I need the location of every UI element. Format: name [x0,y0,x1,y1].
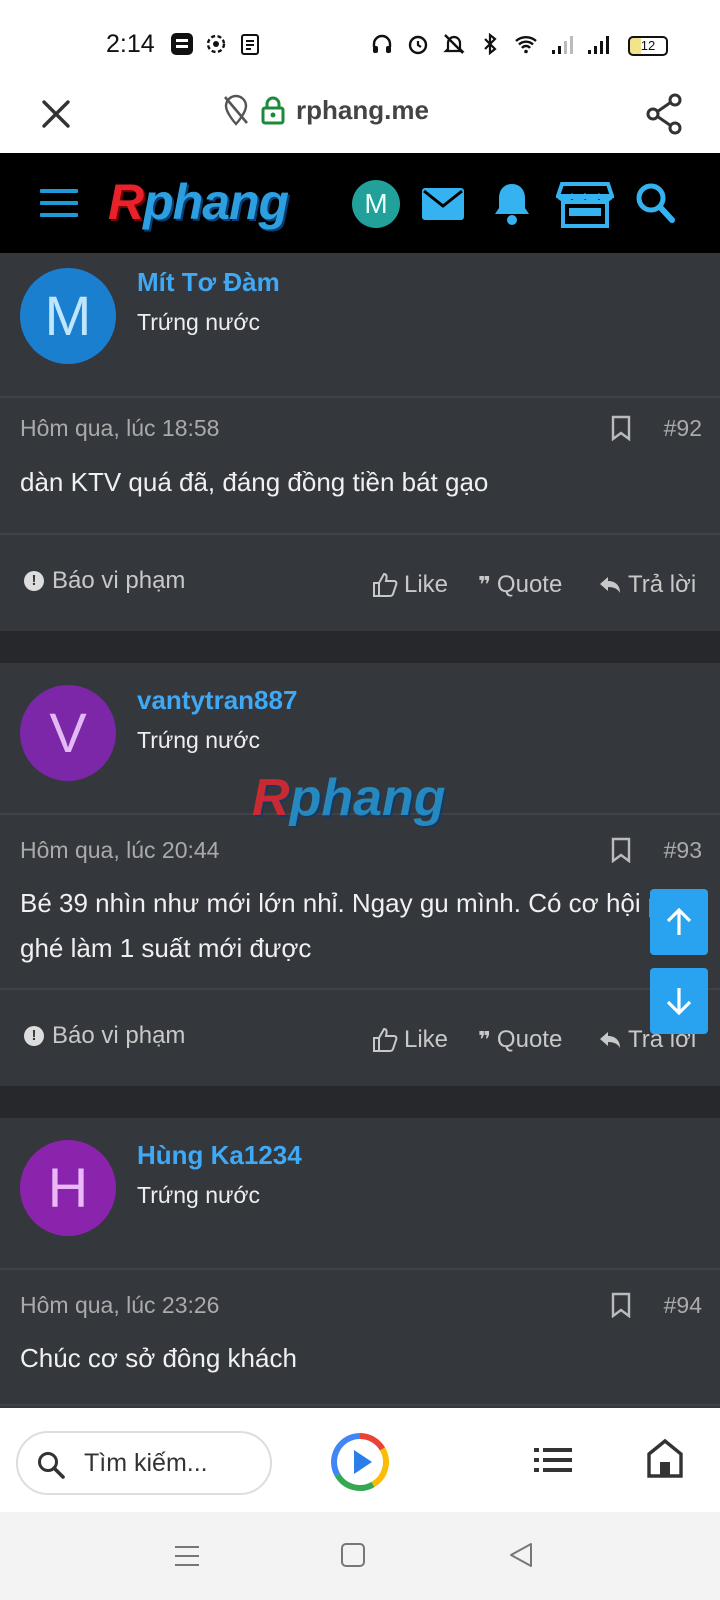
quote-button[interactable]: ❞ Quote [478,1026,562,1054]
status-time: 2:14 [106,30,155,58]
scroll-down-button[interactable] [650,968,708,1034]
post-gap [0,631,720,663]
reply-icon [600,577,620,593]
quote-button[interactable]: ❞ Quote [478,571,562,599]
post-user-row: M Mít Tơ Đàm Trứng nước [0,253,720,398]
username-link[interactable]: Hùng Ka1234 [137,1140,302,1171]
quote-icon: ❞ [478,1027,491,1052]
post-number[interactable]: #93 [664,837,702,864]
arrow-up-icon [666,907,692,935]
user-title: Trứng nước [137,309,260,335]
signal-2-icon [588,36,609,54]
warning-icon: ! [24,1026,44,1046]
report-button[interactable]: ! Báo vi phạm [24,567,185,595]
search-placeholder: Tìm kiếm... [84,1449,208,1477]
bluetooth-icon [484,32,497,56]
wifi-icon [515,36,537,54]
post-divider [0,1404,720,1406]
post-body: dàn KTV quá đã, đáng đồng tiền bát gạo [20,467,489,497]
status-notification-icons [170,32,262,56]
share-icon[interactable] [644,92,684,136]
post-date[interactable]: Hôm qua, lúc 20:44 [20,837,219,864]
baomoi-app-icon [171,33,193,55]
site-logo[interactable]: Rphang [108,173,289,231]
warning-icon: ! [24,571,44,591]
user-title: Trứng nước [137,727,260,753]
post-user-row: H Hùng Ka1234 Trứng nước [0,1118,720,1270]
thumbs-up-icon [373,572,398,597]
user-avatar-button[interactable]: M [352,180,400,228]
username-link[interactable]: vantytran887 [137,685,297,716]
thumbs-up-icon [373,1027,398,1052]
post-93: V vantytran887 Trứng nước Hôm qua, lúc 2… [0,663,720,1086]
menu-icon[interactable] [40,189,78,221]
back-nav-icon[interactable] [508,1542,534,1568]
bell-icon[interactable] [486,178,538,230]
bookmark-icon[interactable] [610,415,632,441]
headphones-icon [372,34,392,53]
lock-icon [261,96,285,125]
url-text: rphang.me [296,94,429,125]
settings-status-icon [206,34,226,54]
post-divider [0,533,720,535]
browser-url-bar: rphang.me [0,72,720,154]
user-avatar[interactable]: V [20,685,116,781]
site-watermark: Rphang [252,769,446,827]
post-date[interactable]: Hôm qua, lúc 23:26 [20,1292,219,1319]
post-body: Bé 39 nhìn như mới lớn nhỉ. Ngay gu mình… [20,888,698,963]
quote-icon: ❞ [478,572,491,597]
user-title: Trứng nước [137,1182,260,1208]
bookmark-icon[interactable] [610,837,632,863]
user-avatar[interactable]: M [20,268,116,364]
recent-apps-icon[interactable] [174,1544,200,1568]
home-nav-icon[interactable] [340,1542,366,1568]
bookmark-icon[interactable] [610,1292,632,1318]
post-date[interactable]: Hôm qua, lúc 18:58 [20,415,219,442]
like-button[interactable]: Like [372,571,448,599]
username-link[interactable]: Mít Tơ Đàm [137,267,280,298]
close-icon[interactable] [36,94,76,134]
browser-bottom-bar: Tìm kiếm... [0,1408,720,1512]
report-button[interactable]: ! Báo vi phạm [24,1022,185,1050]
search-icon [38,1452,65,1479]
list-icon[interactable] [534,1446,572,1474]
mail-icon[interactable] [418,178,470,230]
arrow-down-icon [666,988,692,1016]
post-92: M Mít Tơ Đàm Trứng nước Hôm qua, lúc 18:… [0,253,720,631]
site-header: Rphang M [0,153,720,253]
post-number[interactable]: #94 [664,1292,702,1319]
like-button[interactable]: Like [372,1026,448,1054]
post-body: Chúc cơ sở đông khách [20,1343,297,1373]
store-icon[interactable] [556,178,614,230]
post-divider [0,988,720,990]
scroll-up-button[interactable] [650,889,708,955]
location-off-icon [224,94,248,126]
search-icon[interactable] [630,178,682,230]
search-input[interactable]: Tìm kiếm... [16,1431,272,1495]
url-field[interactable]: rphang.me [222,94,429,126]
user-avatar[interactable]: H [20,1140,116,1236]
home-icon[interactable] [646,1438,684,1478]
reply-icon [600,1032,620,1048]
mute-icon [443,34,465,54]
status-system-icons [370,32,610,56]
post-gap [0,1086,720,1118]
clipboard-status-icon [241,34,259,55]
play-logo-icon[interactable] [330,1432,390,1492]
post-number[interactable]: #92 [664,415,702,442]
system-nav-bar [0,1512,720,1600]
battery-indicator: 12 [628,36,668,56]
alarm-icon [408,35,428,55]
post-94: H Hùng Ka1234 Trứng nước Hôm qua, lúc 23… [0,1118,720,1408]
reply-button[interactable]: Trả lời [598,571,696,599]
signal-1-icon [552,36,573,54]
